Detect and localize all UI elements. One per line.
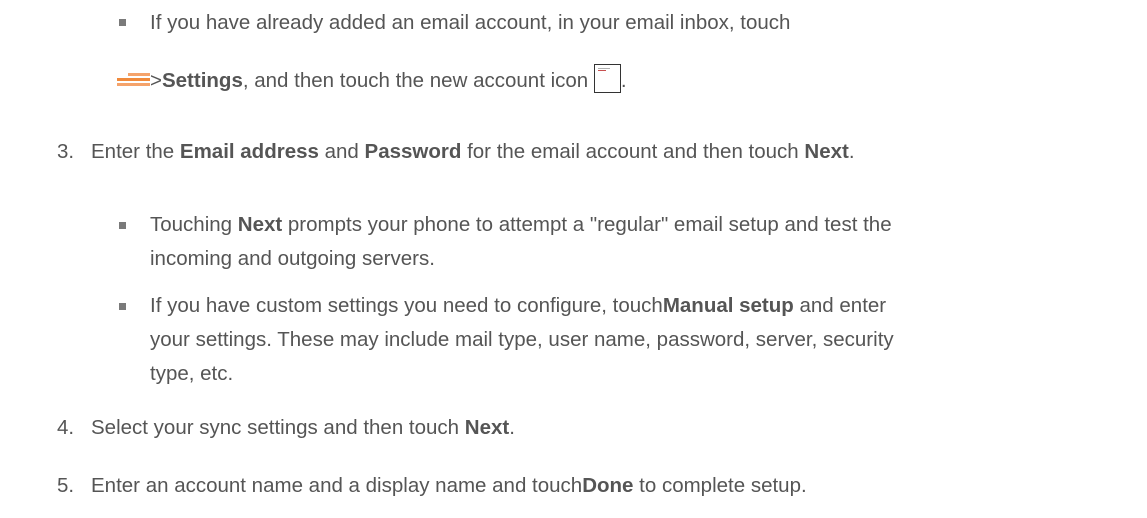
next-label: Next [237, 213, 283, 236]
step2-sub-end: . [620, 69, 627, 92]
step3-sub1-line1: Touching Next prompts your phone to atte… [150, 213, 892, 236]
manual-setup-label: Manual setup [662, 294, 794, 317]
step3-sub2-line2: your settings. These may include mail ty… [150, 328, 894, 351]
step5-text: Enter an account name and a display name… [91, 474, 807, 497]
step3-sub2-line1: If you have custom settings you need to … [150, 294, 887, 317]
next-label: Next [464, 416, 510, 439]
separator: > [150, 69, 162, 92]
step4-number: 4. [57, 416, 75, 439]
next-label: Next [804, 140, 849, 163]
step2-sub-line1: If you have already added an email accou… [150, 11, 791, 34]
step5-number: 5. [57, 474, 75, 497]
step2-sub-mid: , and then touch the new account icon [242, 69, 589, 92]
step2-sub-line2: >Settings, and then touch the new accoun… [117, 64, 627, 93]
bullet-marker [119, 222, 126, 229]
bullet-marker [119, 19, 126, 26]
password-label: Password [364, 140, 462, 163]
new-account-icon [593, 64, 621, 93]
step3-sub2-line3: type, etc. [150, 362, 234, 385]
done-label: Done [582, 474, 634, 497]
step3-number: 3. [57, 140, 75, 163]
menu-icon [117, 73, 150, 87]
step4-text: Select your sync settings and then touch… [91, 416, 515, 439]
bullet-marker [119, 303, 126, 310]
settings-label: Settings [161, 69, 243, 92]
step2-sub-text: If you have already added an email accou… [150, 11, 791, 34]
step3-text: Enter the Email address and Password for… [91, 140, 855, 163]
email-address-label: Email address [179, 140, 319, 163]
step3-sub1-line2: incoming and outgoing servers. [150, 247, 435, 270]
